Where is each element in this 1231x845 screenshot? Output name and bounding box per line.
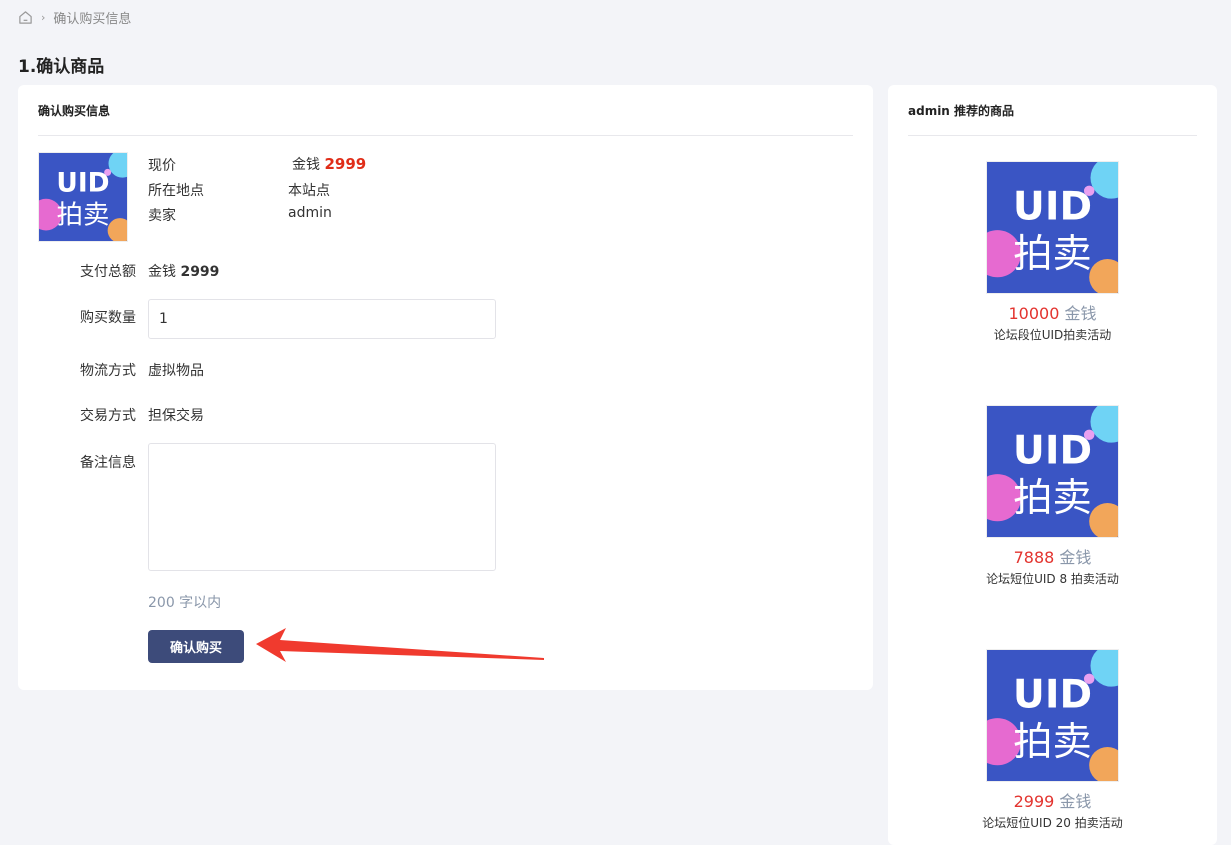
svg-text:拍卖: 拍卖 [57, 199, 110, 230]
recommended-title[interactable]: 论坛段位UID拍卖活动 [888, 326, 1217, 343]
remark-textarea[interactable] [148, 443, 496, 571]
svg-text:拍卖: 拍卖 [1013, 232, 1092, 277]
page-title: 1.确认商品 [18, 57, 105, 77]
card-header: admin 推荐的商品 [908, 85, 1197, 136]
uid-auction-image: UID 拍卖 [987, 162, 1118, 293]
svg-text:拍卖: 拍卖 [1013, 720, 1092, 765]
total-value: 金钱 2999 [148, 264, 220, 280]
price-label: 现价 [148, 158, 176, 174]
recommended-title[interactable]: 论坛短位UID 20 拍卖活动 [888, 814, 1217, 831]
svg-text:UID: UID [56, 168, 109, 199]
product-image: UID 拍卖 [38, 152, 128, 242]
uid-auction-image: UID 拍卖 [987, 650, 1118, 781]
trade-value: 担保交易 [148, 408, 204, 424]
chevron-right-icon: › [41, 11, 46, 24]
home-icon[interactable] [18, 10, 33, 25]
recommended-item[interactable]: UID 拍卖 2999 金钱 论坛短位UID 20 拍卖活动 [888, 649, 1217, 831]
recommended-card: admin 推荐的商品 UID 拍卖 10000 金钱 论坛段位UID拍卖活动 [888, 85, 1217, 845]
remark-label: 备注信息 [80, 455, 136, 471]
quantity-input[interactable] [148, 299, 496, 339]
annotation-arrow-icon [256, 628, 544, 662]
logistics-value: 虚拟物品 [148, 363, 204, 379]
product-image[interactable]: UID 拍卖 [986, 161, 1119, 294]
svg-text:拍卖: 拍卖 [1013, 476, 1092, 521]
quantity-label: 购买数量 [80, 310, 136, 326]
product-image[interactable]: UID 拍卖 [986, 405, 1119, 538]
recommended-item[interactable]: UID 拍卖 10000 金钱 论坛段位UID拍卖活动 [888, 161, 1217, 343]
seller-value[interactable]: admin [288, 205, 332, 221]
total-label: 支付总额 [80, 264, 136, 280]
price-value: 金钱 2999 [292, 155, 367, 173]
recommended-title[interactable]: 论坛短位UID 8 拍卖活动 [888, 570, 1217, 587]
purchase-info-card: 确认购买信息 UID 拍卖 现价 金钱 2999 所在地点 本站点 卖家 adm… [18, 85, 873, 690]
uid-auction-image: UID 拍卖 [39, 153, 127, 241]
location-value: 本站点 [288, 183, 330, 199]
uid-auction-image: UID 拍卖 [987, 406, 1118, 537]
svg-text:UID: UID [1013, 429, 1092, 474]
breadcrumb: › 确认购买信息 [18, 8, 131, 27]
recommended-price: 2999 金钱 [1013, 792, 1092, 811]
breadcrumb-current: 确认购买信息 [53, 12, 132, 27]
recommended-price: 7888 金钱 [1013, 548, 1092, 567]
location-label: 所在地点 [148, 183, 204, 199]
recommended-price: 10000 金钱 [1008, 304, 1097, 323]
product-image[interactable]: UID 拍卖 [986, 649, 1119, 782]
recommended-item[interactable]: UID 拍卖 7888 金钱 论坛短位UID 8 拍卖活动 [888, 405, 1217, 587]
svg-text:UID: UID [1013, 673, 1092, 718]
trade-label: 交易方式 [80, 408, 136, 424]
remark-hint: 200 字以内 [148, 595, 222, 611]
confirm-purchase-button[interactable]: 确认购买 [148, 630, 244, 663]
seller-label: 卖家 [148, 208, 176, 224]
logistics-label: 物流方式 [80, 363, 136, 379]
card-header: 确认购买信息 [38, 85, 853, 136]
svg-text:UID: UID [1013, 185, 1092, 230]
